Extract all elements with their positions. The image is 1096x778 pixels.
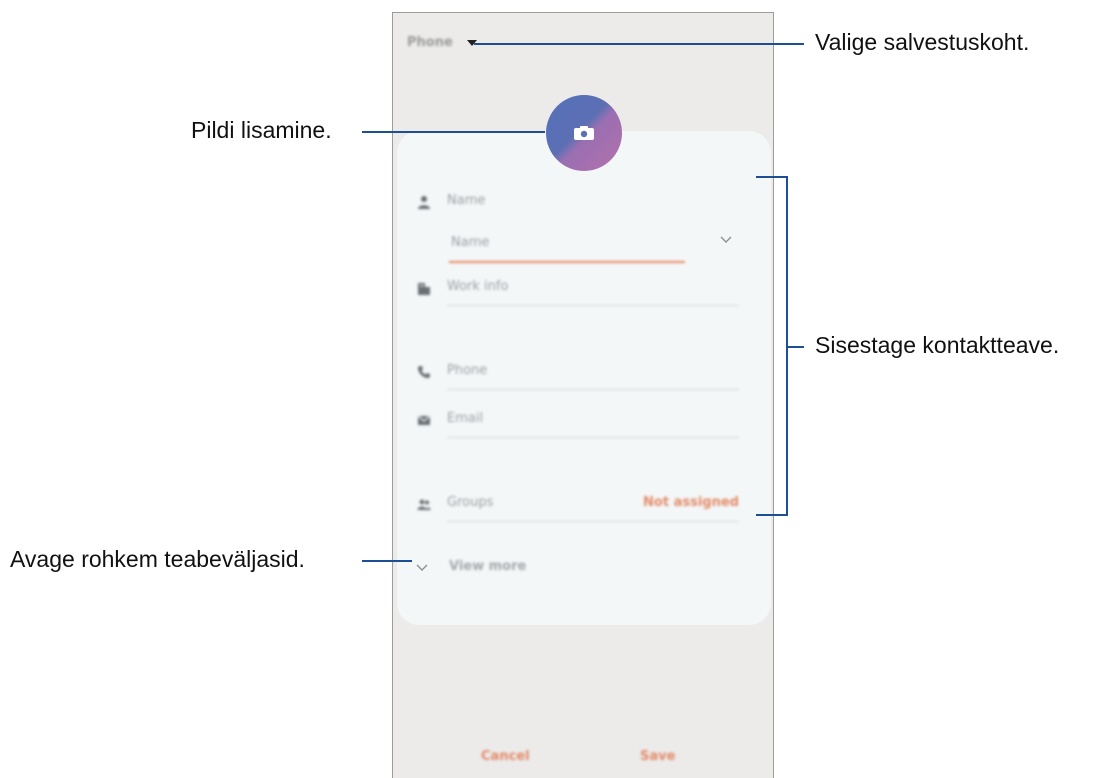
cancel-button[interactable]: Cancel	[481, 749, 530, 764]
work-info-label: Work info	[447, 279, 509, 294]
storage-callout-line	[474, 43, 804, 45]
chevron-down-icon	[416, 564, 428, 571]
groups-label: Groups	[447, 495, 494, 510]
contact-info-callout: Sisestage kontaktteave.	[815, 332, 1060, 358]
building-icon	[418, 283, 430, 295]
work-info-underline	[447, 305, 739, 306]
email-underline	[447, 437, 739, 438]
more-fields-callout-line	[362, 560, 412, 562]
phone-icon	[418, 366, 430, 378]
storage-callout: Valige salvestuskoht.	[815, 29, 1030, 55]
add-photo-button[interactable]	[546, 95, 622, 171]
manual-figure: Phone Name Name Work info Phone Email Gr…	[0, 0, 1096, 778]
work-info-field[interactable]: Work info	[417, 275, 739, 306]
phone-field[interactable]: Phone	[417, 359, 739, 390]
name-input-underline	[449, 261, 685, 263]
save-button[interactable]: Save	[640, 749, 675, 764]
photo-callout: Pildi lisamine.	[191, 117, 332, 143]
chevron-down-icon[interactable]	[719, 233, 733, 247]
groups-value: Not assigned	[643, 495, 739, 510]
people-icon	[417, 499, 431, 510]
person-icon	[418, 196, 430, 209]
camera-icon	[574, 126, 594, 140]
contact-info-bracket	[756, 176, 788, 516]
view-more-label: View more	[449, 559, 527, 574]
phone-underline	[447, 389, 739, 390]
email-label: Email	[447, 411, 484, 426]
name-label: Name	[447, 193, 486, 208]
photo-callout-line	[362, 131, 545, 133]
groups-field[interactable]: Groups Not assigned	[417, 491, 739, 522]
phone-screen: Phone Name Name Work info Phone Email Gr…	[392, 12, 774, 778]
name-input[interactable]: Name	[449, 235, 685, 265]
phone-label: Phone	[447, 363, 488, 378]
mail-icon	[417, 415, 431, 425]
more-fields-callout: Avage rohkem teabeväljasid.	[10, 546, 305, 572]
contact-info-callout-line	[788, 346, 804, 348]
email-field[interactable]: Email	[417, 407, 739, 438]
name-field[interactable]: Name	[417, 189, 739, 219]
groups-underline	[447, 521, 739, 522]
storage-selector[interactable]: Phone	[407, 35, 477, 50]
name-input-placeholder: Name	[451, 235, 490, 250]
storage-label: Phone	[407, 35, 453, 50]
